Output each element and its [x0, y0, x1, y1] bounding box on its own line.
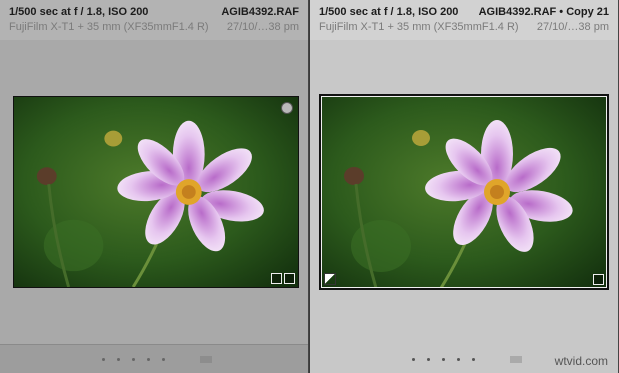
- rating-dot-icon[interactable]: [412, 358, 415, 361]
- photo-thumbnail[interactable]: [13, 96, 299, 288]
- rating-dot-icon[interactable]: [442, 358, 445, 361]
- filename: AGIB4392.RAF: [221, 6, 299, 18]
- rating-dot-icon[interactable]: [102, 358, 105, 361]
- watermark: wtvid.com: [554, 354, 608, 368]
- photo-thumbnail-selected[interactable]: [319, 94, 609, 290]
- develop-badge-icon[interactable]: [593, 274, 604, 285]
- cosmos-flower-image: [321, 96, 607, 288]
- rating-dots[interactable]: [102, 358, 165, 361]
- capture-date: 27/10/…38 pm: [536, 21, 609, 33]
- cosmos-flower-image: [14, 97, 298, 287]
- grid-cell-original[interactable]: 1/500 sec at f / 1.8, ISO 200 AGIB4392.R…: [0, 0, 309, 373]
- capture-date: 27/10/…38 pm: [226, 21, 299, 33]
- rating-dot-icon[interactable]: [117, 358, 120, 361]
- circle-flag-icon[interactable]: [281, 102, 293, 114]
- crop-badge-icon[interactable]: [271, 273, 282, 284]
- rating-dot-icon[interactable]: [132, 358, 135, 361]
- camera-lens-info: FujiFilm X-T1 + 35 mm (XF35mmF1.4 R): [319, 21, 519, 33]
- exposure-info: 1/500 sec at f / 1.8, ISO 200: [9, 6, 149, 18]
- cell-footer: [0, 344, 308, 373]
- virtual-copy-corner-icon: [324, 273, 336, 285]
- filename: AGIB4392.RAF • Copy 21: [478, 6, 609, 18]
- rating-dot-icon[interactable]: [472, 358, 475, 361]
- rating-dot-icon[interactable]: [427, 358, 430, 361]
- rating-dot-icon[interactable]: [147, 358, 150, 361]
- rating-dot-icon[interactable]: [457, 358, 460, 361]
- grid-cell-virtual-copy[interactable]: 1/500 sec at f / 1.8, ISO 200 AGIB4392.R…: [310, 0, 619, 373]
- cell-header: 1/500 sec at f / 1.8, ISO 200 AGIB4392.R…: [0, 0, 308, 40]
- exposure-info: 1/500 sec at f / 1.8, ISO 200: [319, 6, 459, 18]
- color-label-icon[interactable]: [510, 356, 522, 363]
- rating-dot-icon[interactable]: [162, 358, 165, 361]
- color-label-icon[interactable]: [200, 356, 212, 363]
- cell-header: 1/500 sec at f / 1.8, ISO 200 AGIB4392.R…: [310, 0, 618, 40]
- rating-dots[interactable]: [412, 358, 475, 361]
- develop-badge-icon[interactable]: [284, 273, 295, 284]
- camera-lens-info: FujiFilm X-T1 + 35 mm (XF35mmF1.4 R): [9, 21, 209, 33]
